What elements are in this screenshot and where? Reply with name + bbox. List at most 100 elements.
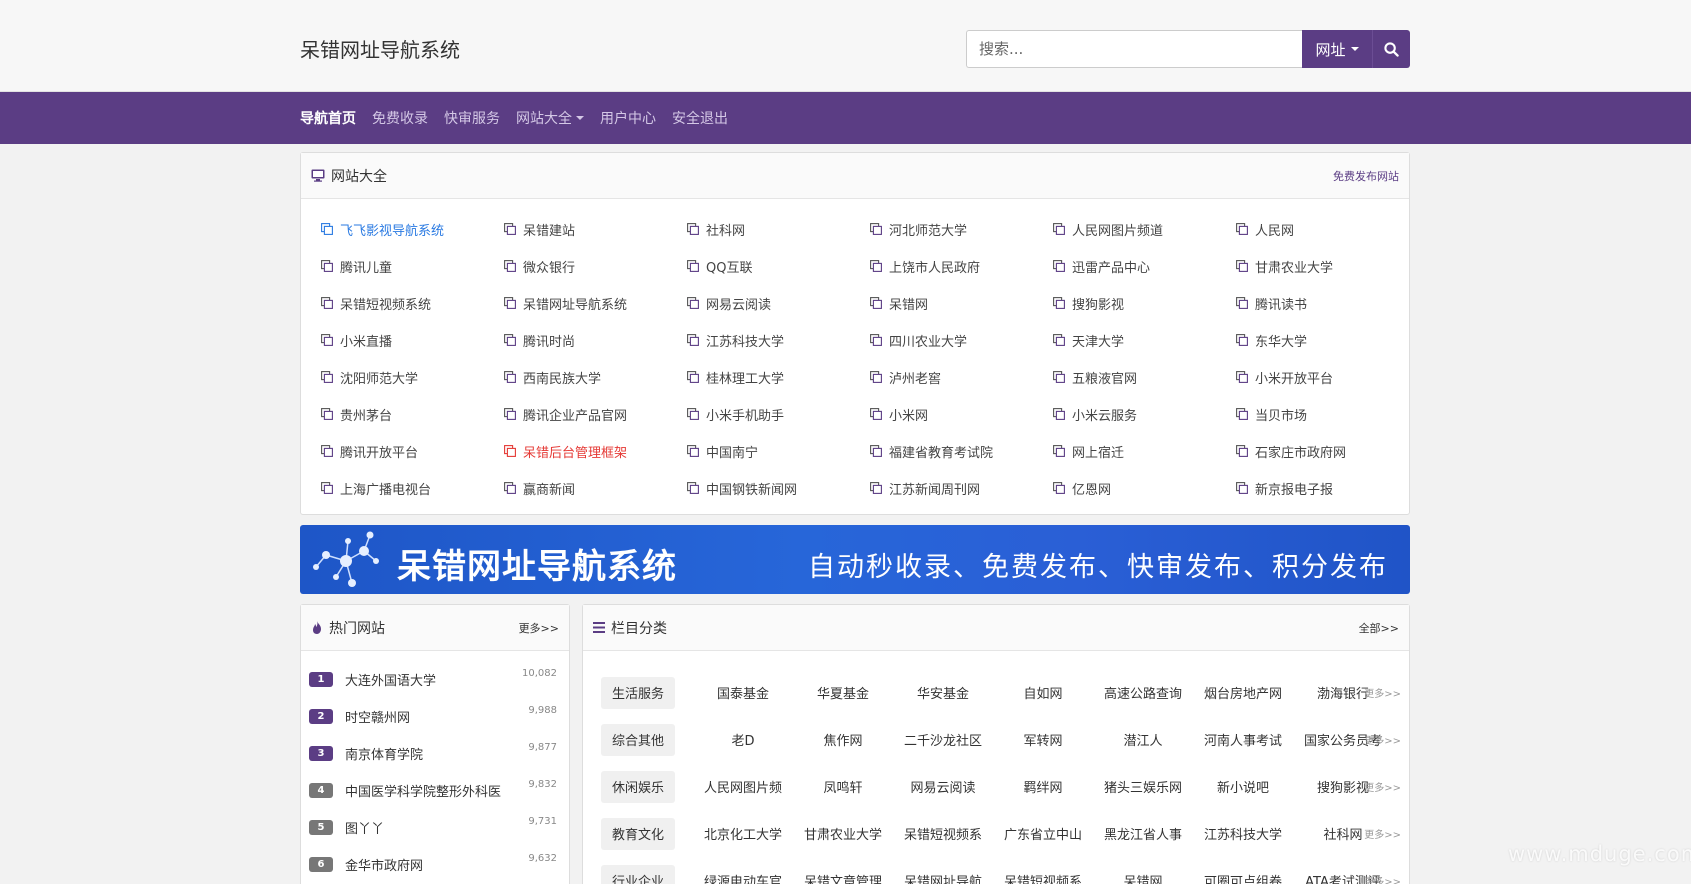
site-link[interactable]: 泸州老窖 [870,367,1053,387]
category-link[interactable]: 二千沙龙社区 [893,730,993,749]
site-link[interactable]: 小米网 [870,404,1053,424]
category-more-link[interactable]: 更多>> [1364,826,1401,841]
site-link[interactable]: 人民网图片频道 [1053,219,1236,239]
search-input[interactable] [966,30,1302,68]
site-link[interactable]: 微众银行 [504,256,687,276]
category-link[interactable]: 呆错网 [1093,871,1193,884]
site-link[interactable]: 呆错后台管理框架 [504,441,687,461]
site-link[interactable]: 天津大学 [1053,330,1236,350]
site-link[interactable]: 小米手机助手 [687,404,870,424]
site-link[interactable]: 迅雷产品中心 [1053,256,1236,276]
hot-site-item[interactable]: 3 南京体育学院 9,877 [309,735,557,772]
site-link[interactable]: QQ互联 [687,256,870,276]
category-link[interactable]: 华安基金 [893,683,993,702]
category-link[interactable]: 高速公路查询 [1093,683,1193,702]
search-button[interactable] [1372,30,1410,68]
site-link[interactable]: 甘肃农业大学 [1236,256,1419,276]
category-link[interactable]: 网易云阅读 [893,777,993,796]
category-link[interactable]: 呆错短视频系 [893,824,993,843]
site-link[interactable]: 小米直播 [321,330,504,350]
category-link[interactable]: 华夏基金 [793,683,893,702]
site-link[interactable]: 飞飞影视导航系统 [321,219,504,239]
site-link[interactable]: 呆错网 [870,293,1053,313]
category-link[interactable]: 烟台房地产网 [1193,683,1293,702]
category-link[interactable]: 甘肃农业大学 [793,824,893,843]
site-link[interactable]: 东华大学 [1236,330,1419,350]
category-more-link[interactable]: 更多>> [1364,732,1401,747]
site-link[interactable]: 腾讯读书 [1236,293,1419,313]
category-link[interactable]: 猪头三娱乐网 [1093,777,1193,796]
site-link[interactable]: 江苏科技大学 [687,330,870,350]
site-link[interactable]: 中国南宁 [687,441,870,461]
site-link[interactable]: 腾讯企业产品官网 [504,404,687,424]
site-link[interactable]: 赢商新闻 [504,478,687,498]
category-link[interactable]: 呆错网址导航 [893,871,993,884]
site-link[interactable]: 人民网 [1236,219,1419,239]
site-link[interactable]: 腾讯开放平台 [321,441,504,461]
category-link[interactable]: 河南人事考试 [1193,730,1293,749]
category-more-link[interactable]: 更多>> [1364,685,1401,700]
site-link[interactable]: 桂林理工大学 [687,367,870,387]
site-link[interactable]: 呆错短视频系统 [321,293,504,313]
hot-site-item[interactable]: 6 金华市政府网 9,632 [309,846,557,883]
category-link[interactable]: 新小说吧 [1193,777,1293,796]
hot-site-item[interactable]: 4 中国医学科学院整形外科医 9,832 [309,772,557,809]
category-link[interactable]: 自如网 [993,683,1093,702]
category-link[interactable]: 老D [693,730,793,749]
site-link[interactable]: 网上宿迁 [1053,441,1236,461]
site-link[interactable]: 江苏新闻周刊网 [870,478,1053,498]
category-link[interactable]: 军转网 [993,730,1093,749]
site-link[interactable]: 腾讯儿童 [321,256,504,276]
category-link[interactable]: 潜江人 [1093,730,1193,749]
hot-site-item[interactable]: 2 时空赣州网 9,988 [309,698,557,735]
site-link[interactable]: 呆错建站 [504,219,687,239]
site-link[interactable]: 新京报电子报 [1236,478,1419,498]
site-link[interactable]: 小米开放平台 [1236,367,1419,387]
nav-item[interactable]: 网站大全 [516,108,584,128]
nav-item[interactable]: 免费收录 [372,108,428,128]
category-tag[interactable]: 教育文化 [601,817,675,850]
site-link[interactable]: 搜狗影视 [1053,293,1236,313]
category-link[interactable]: 呆错短视频系 [993,871,1093,884]
category-link[interactable]: 可圈可点组卷 [1193,871,1293,884]
site-link[interactable]: 西南民族大学 [504,367,687,387]
category-tag[interactable]: 综合其他 [601,723,675,756]
category-more-link[interactable]: 更多>> [1364,779,1401,794]
hot-site-item[interactable]: 1 大连外国语大学 10,082 [309,661,557,698]
hot-site-item[interactable]: 5 图丫丫 9,731 [309,809,557,846]
site-link[interactable]: 五粮液官网 [1053,367,1236,387]
site-link[interactable]: 腾讯时尚 [504,330,687,350]
category-link[interactable]: 国泰基金 [693,683,793,702]
nav-item[interactable]: 快审服务 [444,108,500,128]
category-link[interactable]: 黑龙江省人事 [1093,824,1193,843]
category-link[interactable]: 羁绊网 [993,777,1093,796]
site-link[interactable]: 当贝市场 [1236,404,1419,424]
site-link[interactable]: 贵州茅台 [321,404,504,424]
category-link[interactable]: 北京化工大学 [693,824,793,843]
site-link[interactable]: 呆错网址导航系统 [504,293,687,313]
category-tag[interactable]: 生活服务 [601,676,675,709]
site-link[interactable]: 网易云阅读 [687,293,870,313]
site-link[interactable]: 福建省教育考试院 [870,441,1053,461]
nav-item[interactable]: 用户中心 [600,108,656,128]
site-link[interactable]: 社科网 [687,219,870,239]
category-link[interactable]: 焦作网 [793,730,893,749]
category-tag[interactable]: 休闲娱乐 [601,770,675,803]
nav-item[interactable]: 导航首页 [300,108,356,128]
site-link[interactable]: 河北师范大学 [870,219,1053,239]
category-more-link[interactable]: 更多>> [1364,873,1401,884]
site-link[interactable]: 小米云服务 [1053,404,1236,424]
site-link[interactable]: 上海广播电视台 [321,478,504,498]
hot-sites-more-link[interactable]: 更多>> [519,620,559,636]
nav-item[interactable]: 安全退出 [672,108,728,128]
site-title[interactable]: 呆错网址导航系统 [300,34,460,63]
category-link[interactable]: 广东省立中山 [993,824,1093,843]
site-link[interactable]: 中国钢铁新闻网 [687,478,870,498]
category-link[interactable]: 绿源电动车官 [693,871,793,884]
category-link[interactable]: 人民网图片频 [693,777,793,796]
category-link[interactable]: 呆错文章管理 [793,871,893,884]
site-link[interactable]: 上饶市人民政府 [870,256,1053,276]
site-link[interactable]: 亿恩网 [1053,478,1236,498]
category-all-link[interactable]: 全部>> [1359,620,1399,636]
category-tag[interactable]: 行业企业 [601,864,675,884]
